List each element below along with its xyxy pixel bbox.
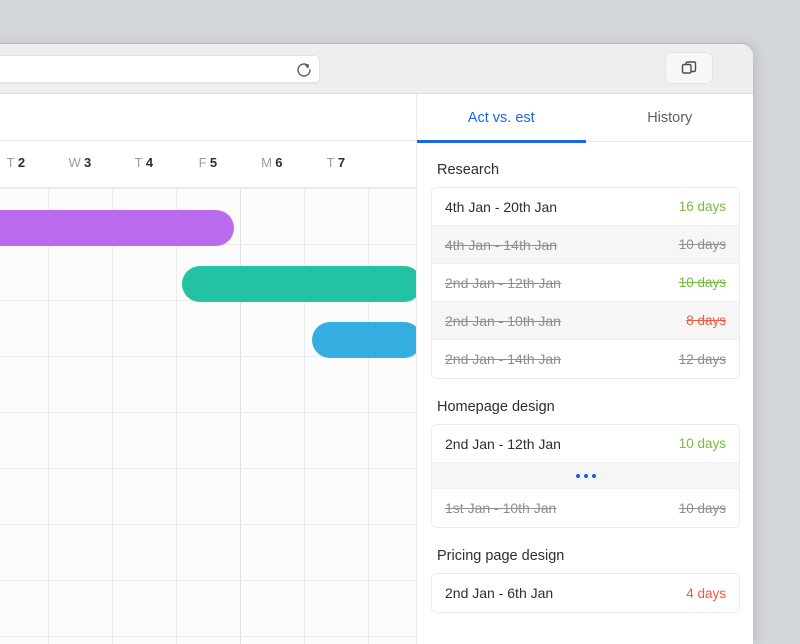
day-weekday: T	[327, 155, 335, 170]
gantt-gridline-vertical	[304, 188, 305, 644]
gantt-day-label: T2	[0, 155, 48, 170]
day-number: 4	[146, 155, 154, 170]
address-input[interactable]	[0, 56, 271, 82]
day-weekday: F	[199, 155, 207, 170]
panel-body[interactable]: Research4th Jan - 20th Jan16 days4th Jan…	[417, 142, 753, 644]
ellipsis-dot-icon	[584, 474, 588, 478]
duration-badge: 16 days	[679, 199, 726, 214]
day-weekday: T	[7, 155, 15, 170]
browser-chrome	[0, 44, 753, 94]
day-number: 6	[275, 155, 283, 170]
duration-badge: 10 days	[679, 275, 726, 290]
duration-badge: 10 days	[679, 501, 726, 516]
ellipsis-dot-icon	[592, 474, 596, 478]
gantt-gridline-horizontal	[0, 412, 416, 413]
duration-badge: 10 days	[679, 436, 726, 451]
estimate-card: 4th Jan - 20th Jan16 days4th Jan - 14th …	[431, 187, 740, 379]
day-number: 2	[18, 155, 26, 170]
date-range: 2nd Jan - 6th Jan	[445, 585, 686, 601]
gantt-gridline-vertical	[368, 188, 369, 644]
table-row[interactable]: 1st Jan - 10th Jan10 days	[432, 489, 739, 527]
gantt-gridline-horizontal	[0, 188, 416, 189]
duration-badge: 10 days	[679, 237, 726, 252]
group-title: Homepage design	[437, 399, 740, 415]
gantt-day-label: W3	[48, 155, 112, 170]
side-panel: Act vs. est History Research 4th Jan - 20t…	[416, 94, 753, 644]
gantt-gridline-vertical	[240, 188, 241, 644]
table-row[interactable]: 2nd Jan - 6th Jan4 days	[432, 574, 739, 612]
gantt-day-header: T2W3T4F5M6T7	[0, 141, 416, 188]
duration-badge: 4 days	[686, 586, 726, 601]
date-range: 2nd Jan - 12th Jan	[445, 436, 679, 452]
gantt-day-label: T7	[304, 155, 368, 170]
panel-tabs: Act vs. est History	[417, 94, 753, 142]
gantt-gridline-horizontal	[0, 524, 416, 525]
table-row[interactable]: 4th Jan - 14th Jan10 days	[432, 226, 739, 264]
table-row[interactable]: 2nd Jan - 10th Jan8 days	[432, 302, 739, 340]
date-range: 4th Jan - 20th Jan	[445, 199, 679, 215]
day-weekday: W	[68, 155, 81, 170]
group-title: Research	[437, 162, 740, 178]
gantt-toolbar	[0, 94, 416, 141]
gantt-grid[interactable]	[0, 188, 416, 644]
gantt-chart-area: T2W3T4F5M6T7	[0, 94, 416, 644]
tab-act-vs-est[interactable]: Act vs. est	[417, 94, 586, 142]
bar-homepage-design[interactable]	[182, 266, 416, 302]
gantt-gridline-horizontal	[0, 580, 416, 581]
day-number: 7	[338, 155, 346, 170]
duration-badge: 12 days	[679, 352, 726, 367]
duplicate-windows-icon[interactable]	[665, 52, 713, 84]
gantt-day-label: T4	[112, 155, 176, 170]
date-range: 4th Jan - 14th Jan	[445, 237, 679, 253]
day-number: 3	[84, 155, 92, 170]
day-weekday: T	[135, 155, 143, 170]
estimate-card: 2nd Jan - 6th Jan4 days	[431, 573, 740, 613]
gantt-gridline-vertical	[176, 188, 177, 644]
expand-more-row[interactable]	[432, 463, 739, 489]
duration-badge: 8 days	[686, 313, 726, 328]
date-range: 2nd Jan - 10th Jan	[445, 313, 686, 329]
gantt-gridline-horizontal	[0, 468, 416, 469]
gantt-gridline-vertical	[112, 188, 113, 644]
date-range: 2nd Jan - 14th Jan	[445, 351, 679, 367]
ellipsis-dot-icon	[576, 474, 580, 478]
table-row[interactable]: 2nd Jan - 12th Jan10 days	[432, 425, 739, 463]
gantt-day-label: F5	[176, 155, 240, 170]
tab-label: History	[647, 110, 692, 126]
gantt-gridline-vertical	[48, 188, 49, 644]
table-row[interactable]: 4th Jan - 20th Jan16 days	[432, 188, 739, 226]
bar-pricing-design[interactable]	[312, 322, 416, 358]
gantt-gridline-horizontal	[0, 636, 416, 637]
address-bar[interactable]	[0, 55, 320, 83]
gantt-day-label: M6	[240, 155, 304, 170]
group-title: Pricing page design	[437, 548, 740, 564]
day-number: 5	[210, 155, 218, 170]
date-range: 2nd Jan - 12th Jan	[445, 275, 679, 291]
tab-history[interactable]: History	[586, 94, 754, 142]
tab-label: Act vs. est	[468, 110, 535, 126]
table-row[interactable]: 2nd Jan - 14th Jan12 days	[432, 340, 739, 378]
table-row[interactable]: 2nd Jan - 12th Jan10 days	[432, 264, 739, 302]
app-window: T2W3T4F5M6T7 Act vs. estHistory Research…	[0, 44, 753, 644]
estimate-card: 2nd Jan - 12th Jan10 days1st Jan - 10th …	[431, 424, 740, 528]
day-weekday: M	[261, 155, 272, 170]
reload-icon[interactable]	[294, 60, 314, 80]
date-range: 1st Jan - 10th Jan	[445, 500, 679, 516]
bar-research[interactable]	[0, 210, 234, 246]
